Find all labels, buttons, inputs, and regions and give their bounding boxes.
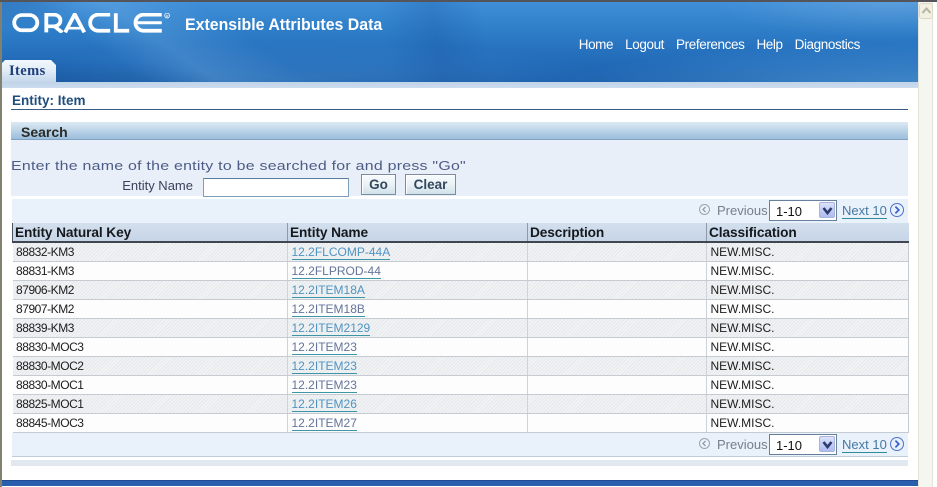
svg-text:R: R [166,13,169,18]
